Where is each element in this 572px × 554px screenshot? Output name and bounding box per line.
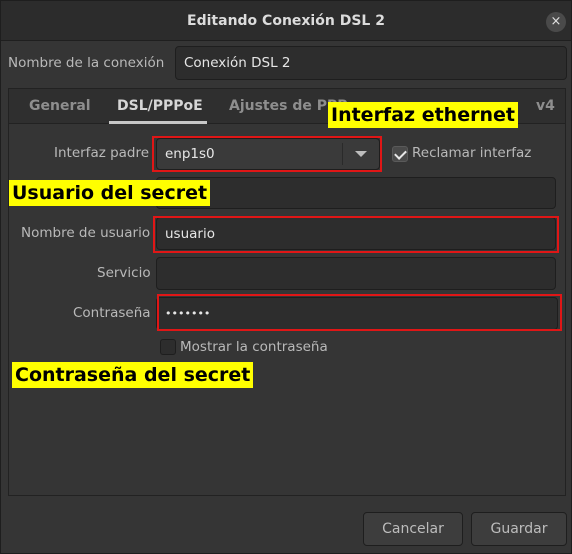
cancel-button[interactable]: Cancelar [363,512,463,546]
password-label: Contraseña [73,305,151,321]
close-icon[interactable]: × [546,12,566,32]
parent-interface-value: enp1s0 [165,146,215,162]
show-password-label: Mostrar la contraseña [180,339,328,355]
parent-interface-combo[interactable]: enp1s0 [156,138,380,170]
save-button[interactable]: Guardar [471,512,567,546]
parent-interface-label: Interfaz padre [54,145,150,161]
combo-separator [342,143,343,165]
service-input[interactable] [156,257,556,290]
user-secret-annotation: Usuario del secret [9,180,211,206]
tab-general[interactable]: General [29,98,91,114]
password-value: ••••••• [165,307,211,320]
connection-name-input[interactable]: Conexión DSL 2 [175,46,567,80]
tab-dsl-pppoe[interactable]: DSL/PPPoE [117,98,203,114]
username-value: usuario [165,225,215,242]
username-label: Nombre de usuario [21,225,151,241]
chevron-down-icon [355,151,367,157]
title-bar: Editando Conexión DSL 2 × [1,1,571,41]
empty-field[interactable] [156,177,556,209]
ethernet-annotation: Interfaz ethernet [328,102,518,128]
window-title: Editando Conexión DSL 2 [187,13,385,29]
password-secret-annotation: Contraseña del secret [12,362,254,388]
claim-interface-label: Reclamar interfaz [412,145,532,161]
active-tab-indicator [109,121,207,124]
dialog-window: Editando Conexión DSL 2 × Nombre de la c… [0,0,572,554]
service-label: Servicio [97,265,151,281]
claim-interface-checkbox[interactable] [392,146,408,162]
tab-ipv4[interactable]: v4 [536,98,555,114]
username-input[interactable]: usuario [156,217,556,250]
connection-name-label: Nombre de la conexión [8,55,165,71]
show-password-checkbox[interactable] [160,339,176,355]
connection-name-value: Conexión DSL 2 [184,55,291,71]
password-input[interactable]: ••••••• [156,297,558,330]
